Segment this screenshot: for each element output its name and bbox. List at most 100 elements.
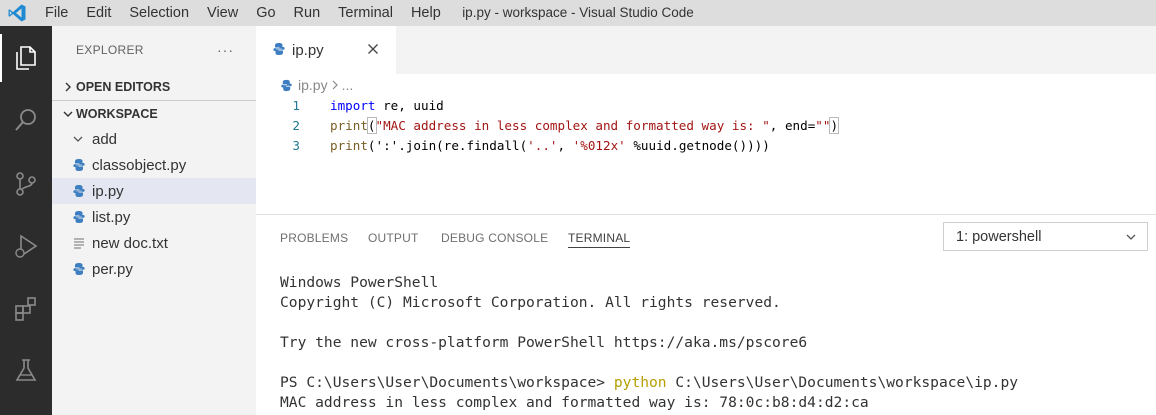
code-string: ""	[815, 118, 831, 133]
tree-item-label: new doc.txt	[92, 234, 168, 252]
close-icon[interactable]	[364, 40, 382, 58]
menu-run[interactable]: Run	[285, 0, 330, 26]
window-title: ip.py - workspace - Visual Studio Code	[462, 5, 694, 20]
terminal-line: Windows PowerShell	[280, 274, 439, 291]
code-keyword: import	[330, 98, 376, 113]
terminal-output[interactable]: Windows PowerShell Copyright (C) Microso…	[280, 273, 1018, 413]
editor-area: ip.py ip.py ... 1 import re, uuid 2 prin…	[256, 26, 1156, 214]
tree-item-new-doc[interactable]: new doc.txt	[52, 230, 256, 256]
terminal-line: Try the new cross-platform PowerShell ht…	[280, 334, 808, 351]
tree-item-label: ip.py	[92, 182, 124, 200]
menu-bar: File Edit Selection View Go Run Terminal…	[32, 0, 450, 26]
explorer-sidebar: EXPLORER ··· OPEN EDITORS WORKSPACE add …	[52, 26, 256, 415]
code-plain: (':'.join(re.findall(	[367, 138, 528, 153]
tab-ip-py[interactable]: ip.py	[256, 26, 396, 74]
code-line: 2 print("MAC address in less complex and…	[256, 116, 1156, 136]
menu-help[interactable]: Help	[402, 0, 450, 26]
terminal-line: Copyright (C) Microsoft Corporation. All…	[280, 294, 781, 311]
terminal-select[interactable]: 1: powershell	[943, 222, 1148, 251]
python-file-icon	[72, 262, 92, 276]
terminal-select-value: 1: powershell	[956, 228, 1042, 245]
menu-go[interactable]: Go	[247, 0, 284, 26]
tree-item-label: classobject.py	[92, 156, 187, 174]
code-text: print(':'.join(re.findall('..', '%012x' …	[330, 136, 770, 156]
chevron-right-icon	[60, 82, 76, 92]
menu-file[interactable]: File	[32, 0, 77, 26]
menu-terminal[interactable]: Terminal	[329, 0, 402, 26]
tab-output[interactable]: OUTPUT	[368, 215, 419, 261]
code-string: "MAC address in less complex and formatt…	[375, 118, 770, 133]
explorer-icon[interactable]	[0, 34, 52, 82]
run-debug-icon[interactable]	[0, 222, 52, 270]
vscode-logo-icon	[2, 0, 32, 26]
code-plain: re, uuid	[375, 98, 444, 113]
code-plain: %uuid.getnode())))	[625, 138, 770, 153]
code-string: '%012x'	[572, 138, 626, 153]
tab-label: ip.py	[292, 41, 324, 59]
python-file-icon	[72, 210, 92, 224]
explorer-header: EXPLORER ···	[52, 26, 256, 74]
bottom-panel: PROBLEMS OUTPUT DEBUG CONSOLE TERMINAL 1…	[256, 214, 1156, 415]
chevron-down-icon	[1125, 231, 1137, 247]
code-bracket: )	[829, 117, 840, 134]
tree-item-label: add	[92, 130, 118, 148]
python-file-icon	[72, 184, 92, 198]
chevron-down-icon	[72, 133, 92, 145]
terminal-prompt: PS C:\Users\User\Documents\workspace>	[280, 374, 614, 391]
tab-terminal[interactable]: TERMINAL	[568, 215, 631, 261]
terminal-command: python	[613, 374, 667, 391]
editor-tabs: ip.py	[256, 26, 1156, 74]
terminal-command-arg: C:\Users\User\Documents\workspace\ip.py	[666, 374, 1019, 391]
code-function: print	[330, 118, 368, 133]
code-text: print("MAC address in less complex and f…	[330, 116, 840, 136]
chevron-down-icon	[60, 109, 76, 119]
tab-problems[interactable]: PROBLEMS	[280, 215, 348, 261]
extensions-icon[interactable]	[0, 284, 52, 332]
python-file-icon	[72, 158, 92, 172]
menu-view[interactable]: View	[198, 0, 247, 26]
line-number: 2	[292, 118, 300, 133]
code-function: print	[330, 138, 368, 153]
tree-item-classobject[interactable]: classobject.py	[52, 152, 256, 178]
workspace-label: WORKSPACE	[76, 106, 158, 121]
code-plain: ,	[557, 138, 573, 153]
open-editors-section[interactable]: OPEN EDITORS	[52, 74, 256, 100]
chevron-right-icon	[331, 77, 339, 93]
line-number: 3	[292, 138, 300, 153]
tab-debug-console[interactable]: DEBUG CONSOLE	[441, 215, 548, 261]
more-actions-icon[interactable]: ···	[217, 42, 234, 58]
source-control-icon[interactable]	[0, 160, 52, 208]
code-line: 3 print(':'.join(re.findall('..', '%012x…	[256, 136, 1156, 156]
tree-item-ip[interactable]: ip.py	[52, 178, 256, 204]
tree-item-label: list.py	[92, 208, 131, 226]
terminal-line: MAC address in less complex and formatte…	[280, 394, 869, 411]
code-text: import re, uuid	[330, 96, 444, 116]
tree-item-add[interactable]: add	[52, 126, 256, 152]
open-editors-label: OPEN EDITORS	[76, 80, 171, 94]
python-file-icon	[280, 79, 293, 92]
breadcrumb: ip.py ...	[256, 74, 1156, 96]
line-number: 1	[292, 98, 300, 113]
code-line: 1 import re, uuid	[256, 96, 1156, 116]
tree-item-per[interactable]: per.py	[52, 256, 256, 282]
terminal-command-line: PS C:\Users\User\Documents\workspace> py…	[280, 373, 1018, 393]
text-file-icon	[72, 236, 92, 250]
breadcrumb-more[interactable]: ...	[342, 77, 354, 93]
code-plain: , end=	[769, 118, 816, 133]
activity-bar	[0, 26, 52, 415]
workspace-section[interactable]: WORKSPACE	[52, 100, 256, 126]
tree-item-label: per.py	[92, 260, 133, 278]
tree-item-list[interactable]: list.py	[52, 204, 256, 230]
panel-tabs: PROBLEMS OUTPUT DEBUG CONSOLE TERMINAL 1…	[256, 215, 1156, 261]
code-string: '..'	[527, 138, 558, 153]
explorer-title: EXPLORER	[76, 43, 144, 57]
breadcrumb-file[interactable]: ip.py	[298, 77, 328, 93]
search-icon[interactable]	[0, 96, 52, 144]
title-bar: File Edit Selection View Go Run Terminal…	[0, 0, 1156, 26]
code-editor[interactable]: 1 import re, uuid 2 print("MAC address i…	[256, 96, 1156, 156]
testing-icon[interactable]	[0, 346, 52, 394]
menu-edit[interactable]: Edit	[77, 0, 120, 26]
menu-selection[interactable]: Selection	[120, 0, 198, 26]
